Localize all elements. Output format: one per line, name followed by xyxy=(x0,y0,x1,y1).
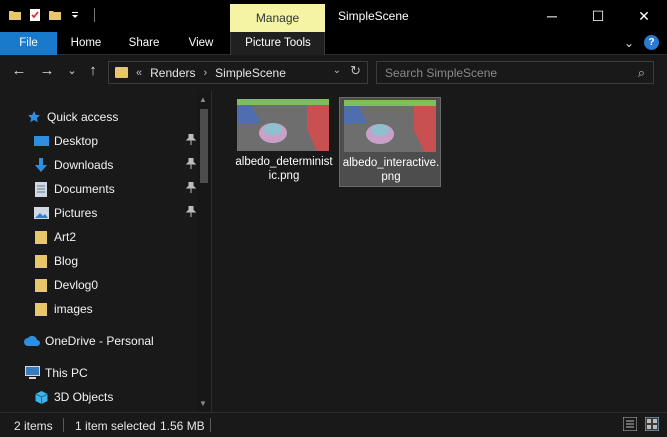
sidebar-item-label: Desktop xyxy=(54,134,99,148)
sidebar-item-desktop[interactable]: Desktop xyxy=(33,130,197,152)
selection-text: 1 item selected xyxy=(75,419,156,433)
download-icon xyxy=(33,157,49,173)
tab-home[interactable]: Home xyxy=(64,32,108,55)
chevron-down-icon[interactable]: ⌄ xyxy=(333,65,341,76)
search-placeholder: Search SimpleScene xyxy=(385,66,498,80)
folder-icon xyxy=(115,67,128,78)
properties-icon[interactable] xyxy=(28,7,42,23)
sidebar-item-images[interactable]: images xyxy=(33,298,196,320)
sidebar-item-label: Pictures xyxy=(54,206,98,220)
pin-icon[interactable] xyxy=(185,157,197,172)
sidebar-item-label: Documents xyxy=(54,182,115,196)
pc-icon xyxy=(24,365,40,381)
document-icon xyxy=(33,181,49,197)
breadcrumb-renders[interactable]: Renders xyxy=(150,66,195,80)
refresh-icon[interactable]: ↻ xyxy=(350,63,361,79)
window-controls: ─ ☐ ✕ xyxy=(529,0,667,32)
file-name: albedo_interactive.png xyxy=(342,157,440,183)
sidebar-scrollbar[interactable]: ▲ ▼ xyxy=(197,91,211,412)
file-item[interactable]: albedo_deterministic.png xyxy=(233,97,335,187)
sidebar-item-label: Devlog0 xyxy=(54,278,99,292)
tab-view[interactable]: View xyxy=(180,32,222,55)
sidebar-item-blog[interactable]: Blog xyxy=(33,250,196,272)
overflow-icon[interactable]: « xyxy=(136,67,142,79)
sidebar-item-label: OneDrive - Personal xyxy=(45,334,154,348)
scroll-down-icon[interactable]: ▼ xyxy=(199,399,207,408)
sidebar-item-art2[interactable]: Art2 xyxy=(33,226,196,248)
sidebar-item-quick-access[interactable]: Quick access xyxy=(26,106,222,128)
navigation-pane: Quick access Desktop Downloads Documents… xyxy=(0,91,212,412)
scrollbar-thumb[interactable] xyxy=(200,109,208,183)
sidebar-item-label: Blog xyxy=(54,254,79,268)
scroll-up-icon[interactable]: ▲ xyxy=(199,95,207,104)
forward-arrow-icon[interactable]: → xyxy=(38,62,56,79)
folder-icon xyxy=(33,301,49,317)
desktop-icon xyxy=(33,133,49,149)
tab-share[interactable]: Share xyxy=(122,32,166,55)
search-icon[interactable]: ⌕ xyxy=(638,65,645,81)
ribbon-controls: ⌄ ? xyxy=(624,35,659,50)
status-divider xyxy=(63,418,64,432)
sidebar-item-documents[interactable]: Documents xyxy=(33,178,197,200)
help-icon[interactable]: ? xyxy=(644,35,659,50)
pin-icon[interactable] xyxy=(185,205,197,220)
selection-size: 1.56 MB xyxy=(160,419,205,433)
sidebar-item-onedrive[interactable]: OneDrive - Personal xyxy=(24,330,196,352)
sidebar-item-label: images xyxy=(54,302,93,316)
sidebar-item-3d-objects[interactable]: 3D Objects xyxy=(33,386,196,408)
folder-icon[interactable] xyxy=(8,7,22,23)
tab-manage[interactable]: Manage xyxy=(230,4,325,32)
star-icon xyxy=(26,109,42,125)
search-input[interactable]: Search SimpleScene ⌕ xyxy=(376,61,654,84)
details-view-icon[interactable] xyxy=(622,416,638,432)
file-name: albedo_deterministic.png xyxy=(235,156,333,182)
sidebar-item-label: Downloads xyxy=(54,158,114,172)
customize-toolbar-icon[interactable] xyxy=(68,7,82,23)
maximize-button[interactable]: ☐ xyxy=(575,0,621,32)
folder-icon xyxy=(33,277,49,293)
pin-icon[interactable] xyxy=(185,133,197,148)
folder-icon xyxy=(33,253,49,269)
view-toggle xyxy=(622,416,660,432)
up-arrow-icon[interactable]: ↑ xyxy=(84,62,102,79)
toolbar-divider xyxy=(88,7,102,23)
sidebar-item-label: Quick access xyxy=(47,110,119,124)
tab-file[interactable]: File xyxy=(0,32,57,55)
sidebar-item-label: This PC xyxy=(45,366,88,380)
quick-access-toolbar xyxy=(8,7,102,23)
sidebar-item-label: 3D Objects xyxy=(54,390,114,404)
cloud-icon xyxy=(24,333,40,349)
pin-icon[interactable] xyxy=(185,181,197,196)
file-item-selected[interactable]: albedo_interactive.png xyxy=(339,97,441,187)
pictures-icon xyxy=(33,205,49,221)
file-view: albedo_deterministic.png albedo_interact… xyxy=(213,91,667,412)
status-bar: 2 items 1 item selected 1.56 MB xyxy=(0,412,667,437)
recent-locations-icon[interactable]: ⌄ xyxy=(63,64,81,77)
sidebar-item-downloads[interactable]: Downloads xyxy=(33,154,197,176)
folder-icon xyxy=(33,229,49,245)
sidebar-item-devlog0[interactable]: Devlog0 xyxy=(33,274,196,296)
cube-icon xyxy=(33,389,49,405)
title-bar: Manage SimpleScene ─ ☐ ✕ xyxy=(0,0,667,32)
navigation-bar: ← → ⌄ ↑ « Renders › SimpleScene ⌄ ↻ Sear… xyxy=(0,55,667,91)
ribbon: File Home Share View Picture Tools ⌄ ? xyxy=(0,32,667,55)
sidebar-item-this-pc[interactable]: This PC xyxy=(24,362,196,384)
sidebar-item-pictures[interactable]: Pictures xyxy=(33,202,197,224)
new-folder-icon[interactable] xyxy=(48,7,62,23)
large-icons-view-icon[interactable] xyxy=(644,416,660,432)
thumbnail xyxy=(237,99,329,151)
address-bar[interactable]: « Renders › SimpleScene ⌄ ↻ xyxy=(108,61,368,84)
thumbnail xyxy=(344,100,436,152)
tab-picture-tools[interactable]: Picture Tools xyxy=(232,32,324,55)
item-count: 2 items xyxy=(14,419,53,433)
chevron-right-icon[interactable]: › xyxy=(203,67,207,79)
expand-ribbon-icon[interactable]: ⌄ xyxy=(624,36,634,50)
breadcrumb-simplescene[interactable]: SimpleScene xyxy=(215,66,286,80)
minimize-button[interactable]: ─ xyxy=(529,0,575,32)
back-arrow-icon[interactable]: ← xyxy=(10,62,28,79)
close-button[interactable]: ✕ xyxy=(621,0,667,32)
status-divider xyxy=(210,418,211,432)
window-title: SimpleScene xyxy=(338,9,409,23)
sidebar-item-label: Art2 xyxy=(54,230,77,244)
